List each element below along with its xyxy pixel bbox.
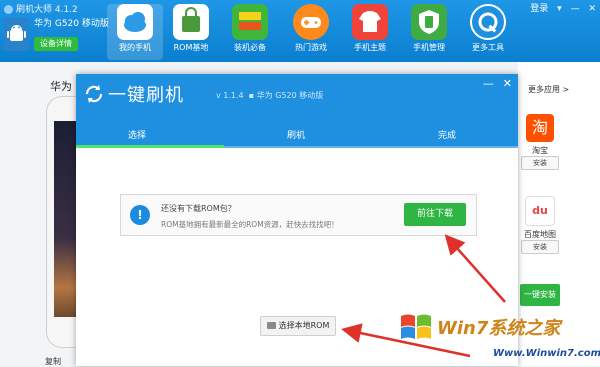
watermark-url: Www.Winwin7.com	[493, 348, 600, 359]
windows-logo-icon	[401, 314, 431, 339]
watermark-brand: Win7系统之家	[437, 318, 561, 339]
watermark: Win7系统之家 Www.Winwin7.com	[395, 304, 600, 366]
arrow-to-download	[444, 234, 506, 303]
